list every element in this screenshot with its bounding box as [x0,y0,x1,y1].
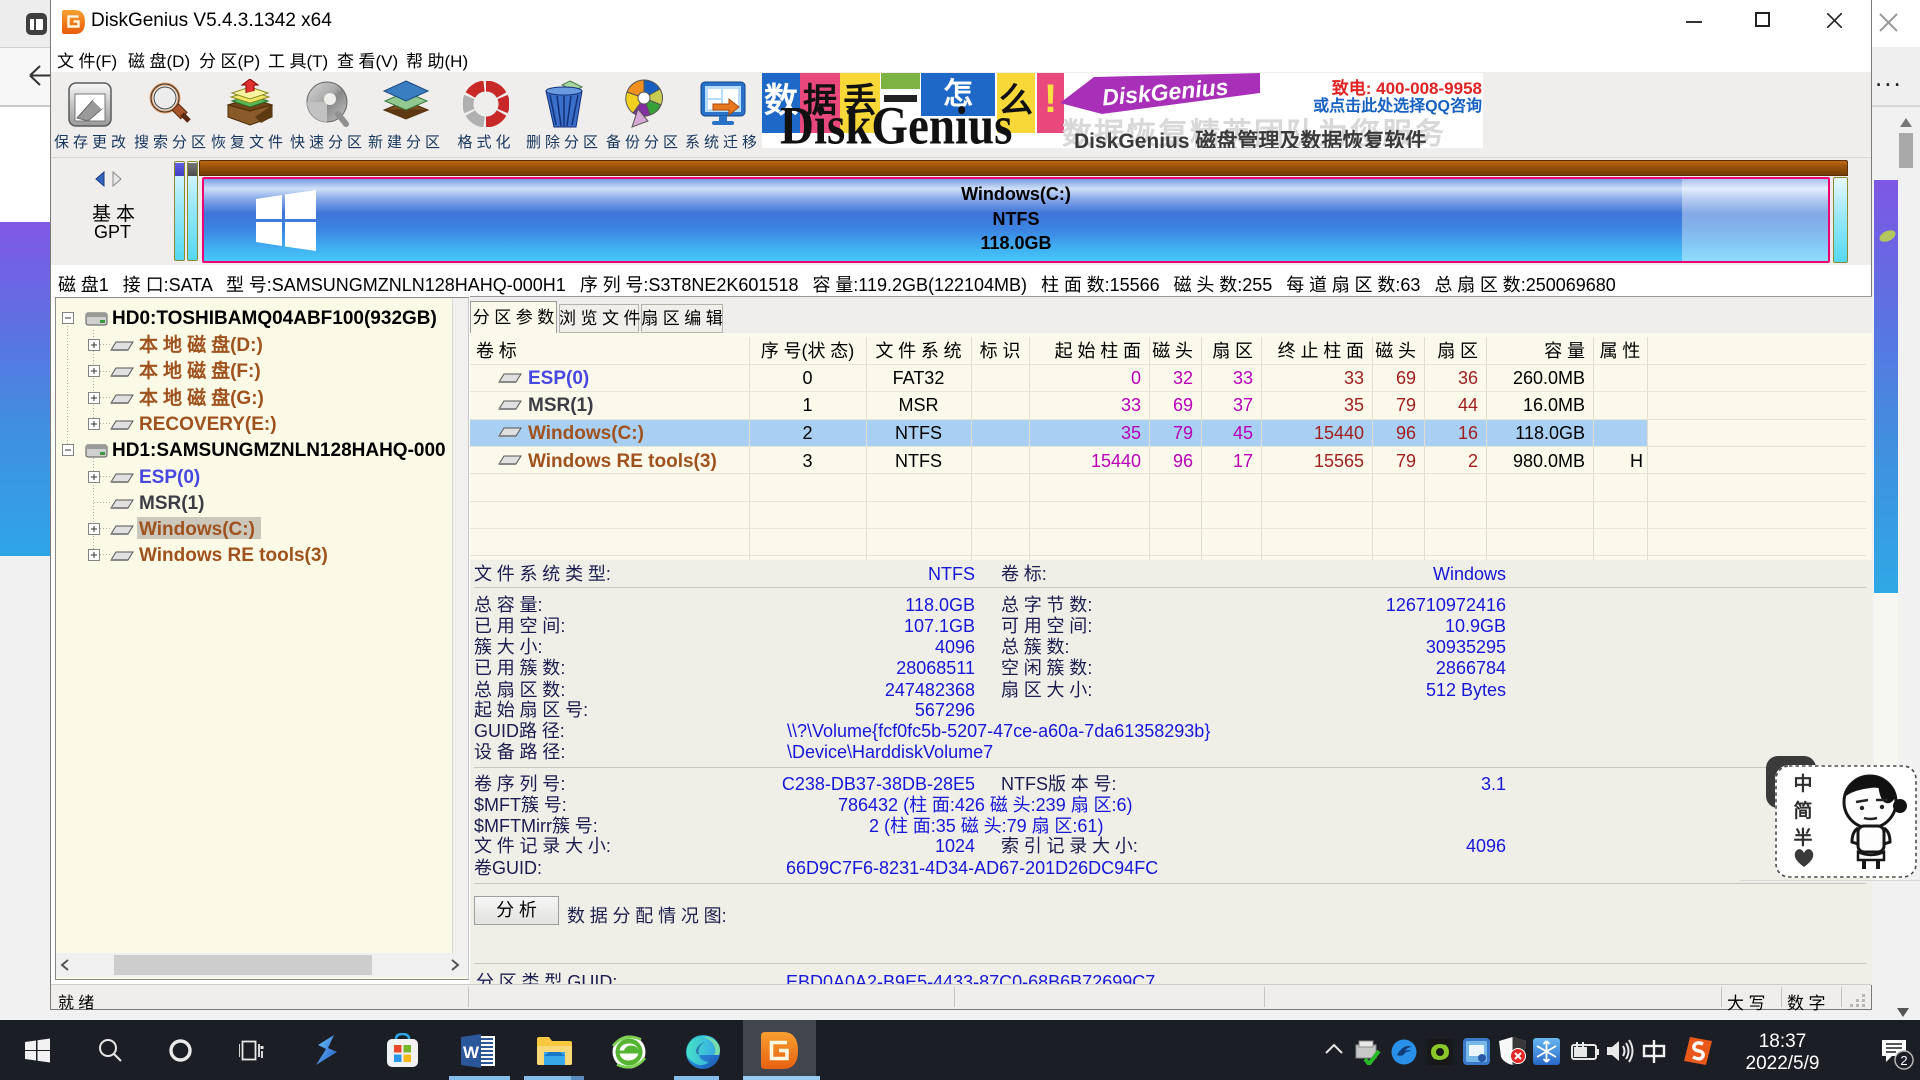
svg-text:W: W [463,1043,480,1062]
svg-text:2: 2 [1900,1053,1907,1068]
